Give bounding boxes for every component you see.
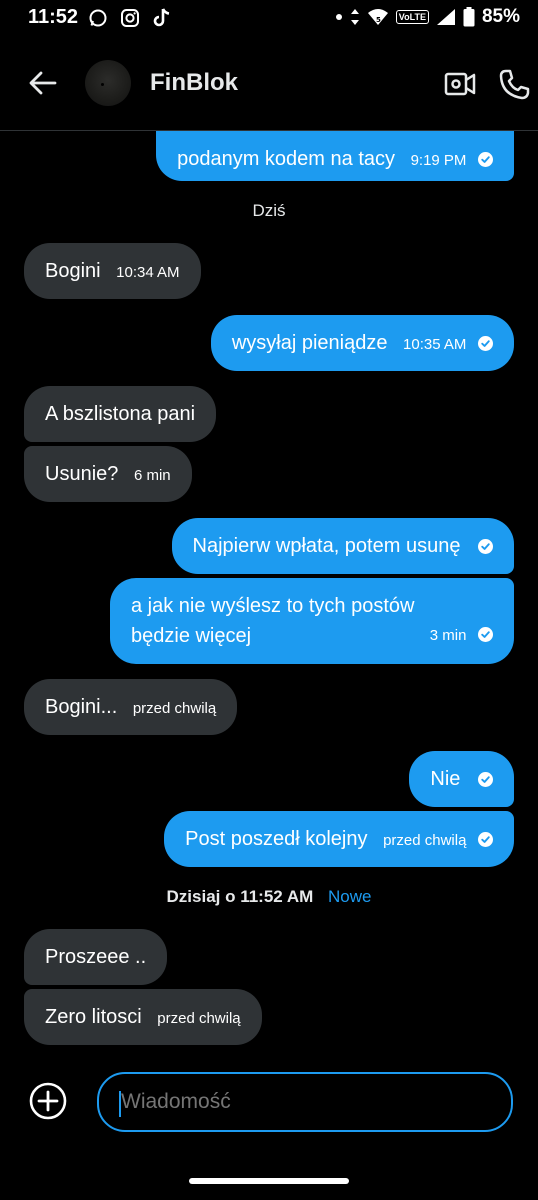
- new-badge: Nowe: [328, 887, 372, 906]
- text-caret: [119, 1091, 121, 1117]
- dot-icon: [335, 14, 342, 20]
- message-text: podanym kodem na tacy: [177, 148, 395, 170]
- message-time: przed chwilą: [132, 700, 217, 717]
- message-text: Post poszedł kolejny: [185, 828, 368, 850]
- battery-icon: [463, 7, 475, 27]
- message-time: 9:19 PM: [410, 152, 467, 169]
- status-time: 11:52: [28, 6, 79, 28]
- message-bubble-incoming[interactable]: Zero litosci przed chwilą: [24, 989, 262, 1045]
- message-text: Proszeee ..: [45, 946, 147, 968]
- svg-text:5: 5: [376, 16, 381, 24]
- plus-circle-icon[interactable]: [29, 1082, 67, 1120]
- message-bubble-incoming[interactable]: Bogini... przed chwilą: [24, 679, 238, 735]
- read-receipt-icon: [478, 152, 493, 167]
- message-bubble-incoming[interactable]: Proszeee ..: [24, 929, 168, 985]
- home-indicator[interactable]: [189, 1178, 349, 1184]
- message-time: przed chwilą: [383, 832, 467, 849]
- message-text: Nie: [430, 768, 461, 790]
- message-time: 3 min: [429, 627, 467, 644]
- date-separator-label: Dzisiaj o 11:52 AM: [166, 887, 314, 906]
- video-call-icon[interactable]: [444, 70, 476, 98]
- tiktok-icon: [153, 8, 170, 27]
- message-time: 10:35 AM: [403, 336, 467, 353]
- message-text: Zero litosci: [45, 1006, 142, 1028]
- message-bubble-incoming[interactable]: Bogini 10:34 AM: [24, 243, 201, 299]
- read-receipt-icon: [478, 772, 493, 787]
- phone-icon[interactable]: [498, 68, 530, 100]
- instagram-icon: [121, 9, 139, 27]
- whatsapp-icon: [89, 9, 107, 27]
- message-time: 6 min: [133, 467, 171, 484]
- message-meta: 3 min: [420, 619, 493, 651]
- message-bubble-outgoing[interactable]: a jak nie wyślesz to tych postów będzie …: [110, 578, 514, 664]
- message-text: Najpierw wpłata, potem usunę: [192, 535, 461, 557]
- conversation-header: FinBlok: [0, 36, 538, 131]
- message-list[interactable]: podanym kodem na tacy 9:19 PM Dziś Bogin…: [0, 131, 538, 1061]
- conversation-title[interactable]: FinBlok: [150, 69, 238, 97]
- message-text: wysyłaj pieniądze: [231, 332, 388, 354]
- volte-badge: VoLTE: [395, 10, 429, 24]
- message-bubble-outgoing[interactable]: Post poszedł kolejny przed chwilą: [164, 811, 514, 867]
- message-time: 10:34 AM: [116, 264, 180, 281]
- message-bubble-outgoing[interactable]: wysyłaj pieniądze 10:35 AM: [210, 315, 514, 371]
- message-bubble-outgoing[interactable]: Najpierw wpłata, potem usunę: [171, 518, 514, 574]
- message-text: Usunie?: [45, 463, 119, 485]
- message-bubble-outgoing[interactable]: podanym kodem na tacy 9:19 PM: [156, 131, 514, 181]
- read-receipt-icon: [478, 336, 493, 351]
- message-text: Bogini...: [45, 696, 118, 718]
- read-receipt-icon: [478, 832, 493, 847]
- date-separator: Dziś: [0, 201, 538, 221]
- arrow-left-icon[interactable]: [28, 68, 58, 98]
- wifi-icon: 5: [367, 9, 388, 25]
- message-text: Bogini: [45, 260, 101, 282]
- message-time: przed chwilą: [157, 1010, 241, 1027]
- date-separator-label: Dziś: [252, 201, 286, 220]
- new-messages-separator: Dzisiaj o 11:52 AM Nowe: [0, 887, 538, 907]
- signal-icon: [436, 9, 455, 25]
- message-bubble-outgoing[interactable]: Nie: [409, 751, 514, 807]
- battery-percent: 85%: [481, 6, 520, 27]
- read-receipt-icon: [478, 539, 493, 554]
- message-bubble-incoming[interactable]: A bszlistona pani: [24, 386, 217, 442]
- message-bubble-incoming[interactable]: Usunie? 6 min: [24, 446, 192, 502]
- message-text: A bszlistona pani: [45, 403, 196, 425]
- read-receipt-icon: [478, 627, 493, 642]
- avatar[interactable]: [85, 60, 131, 106]
- status-bar: 11:52 5 VoLTE 85%: [0, 0, 538, 36]
- message-input[interactable]: [97, 1072, 513, 1132]
- data-arrows-icon: [350, 9, 359, 25]
- message-composer: [0, 1062, 538, 1152]
